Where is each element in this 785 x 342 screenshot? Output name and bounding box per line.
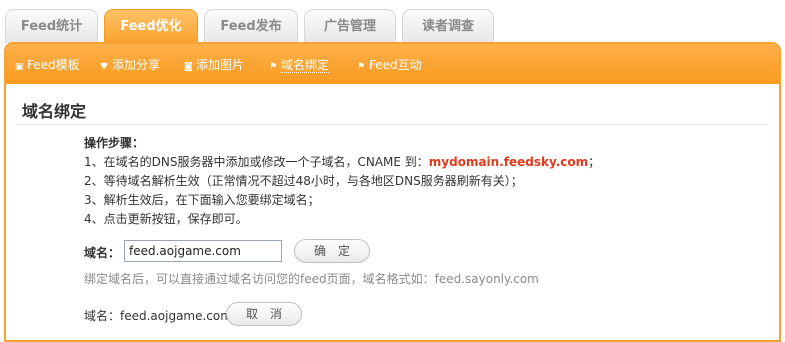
subnav-feed-interaction[interactable]: ⚑ Feed互动	[357, 56, 422, 74]
tab-feed-stats[interactable]: Feed统计	[5, 9, 98, 43]
step-1: 1、在域名的DNS服务器中添加或修改一个子域名，CNAME 到：mydomain…	[84, 153, 600, 172]
subnav-add-image[interactable]: ◙ 添加图片	[184, 56, 244, 74]
instructions: 操作步骤： 1、在域名的DNS服务器中添加或修改一个子域名，CNAME 到：my…	[84, 134, 600, 229]
domain-input[interactable]	[124, 240, 282, 262]
divider	[16, 124, 769, 125]
page-title: 域名绑定	[22, 102, 87, 121]
steps-title: 操作步骤：	[84, 136, 145, 150]
step-2: 2、等待域名解析生效（正常情况不超过48小时，与各地区DNS服务器刷新有关）；	[84, 174, 523, 188]
subnav-add-share[interactable]: ♥ 添加分享	[100, 56, 160, 74]
tab-reader-survey[interactable]: 读者调查	[402, 9, 494, 43]
subnav-label: 域名绑定	[281, 58, 330, 73]
step-3: 3、解析生效后，在下面输入您要绑定域名；	[84, 193, 320, 207]
subnav-label: Feed模板	[27, 58, 80, 72]
flag-icon: ⚑	[357, 62, 366, 72]
subnav-label: Feed互动	[369, 58, 422, 72]
confirm-button[interactable]: 确 定	[294, 239, 370, 263]
domain-label: 域名：	[84, 246, 121, 260]
tab-feed-publish[interactable]: Feed发布	[204, 9, 298, 43]
subnav-label: 添加分享	[112, 58, 161, 72]
tab-ad-management[interactable]: 广告管理	[304, 9, 396, 43]
domain-hint: 绑定域名后，可以直接通过域名访问您的feed页面，域名格式如：feed.sayo…	[84, 272, 539, 286]
template-icon: ▣	[15, 62, 24, 72]
content-panel: ▣ Feed模板 ♥ 添加分享 ◙ 添加图片 ⚑ 域名绑定 ⚑ Feed互动 域名绑定 操…	[4, 42, 781, 342]
step-1-text: 1、在域名的DNS服务器中添加或修改一个子域名，CNAME 到：	[84, 155, 429, 169]
heart-icon: ♥	[100, 62, 109, 72]
step-4: 4、点击更新按钮，保存即可。	[84, 212, 248, 226]
cancel-button[interactable]: 取 消	[226, 302, 302, 326]
subnav-feed-template[interactable]: ▣ Feed模板	[15, 56, 80, 74]
current-domain: 域名：feed.aojgame.com	[84, 309, 232, 323]
cname-target: mydomain.feedsky.com	[428, 155, 589, 169]
sub-navigation: ▣ Feed模板 ♥ 添加分享 ◙ 添加图片 ⚑ 域名绑定 ⚑ Feed互动	[6, 44, 779, 84]
flag-icon: ⚑	[269, 62, 278, 72]
subnav-label: 添加图片	[196, 58, 245, 72]
subnav-domain-binding[interactable]: ⚑ 域名绑定	[269, 56, 330, 74]
tab-feed-optimize[interactable]: Feed优化	[104, 9, 198, 45]
camera-icon: ◙	[184, 62, 193, 72]
step-1-suffix: ；	[588, 155, 601, 169]
